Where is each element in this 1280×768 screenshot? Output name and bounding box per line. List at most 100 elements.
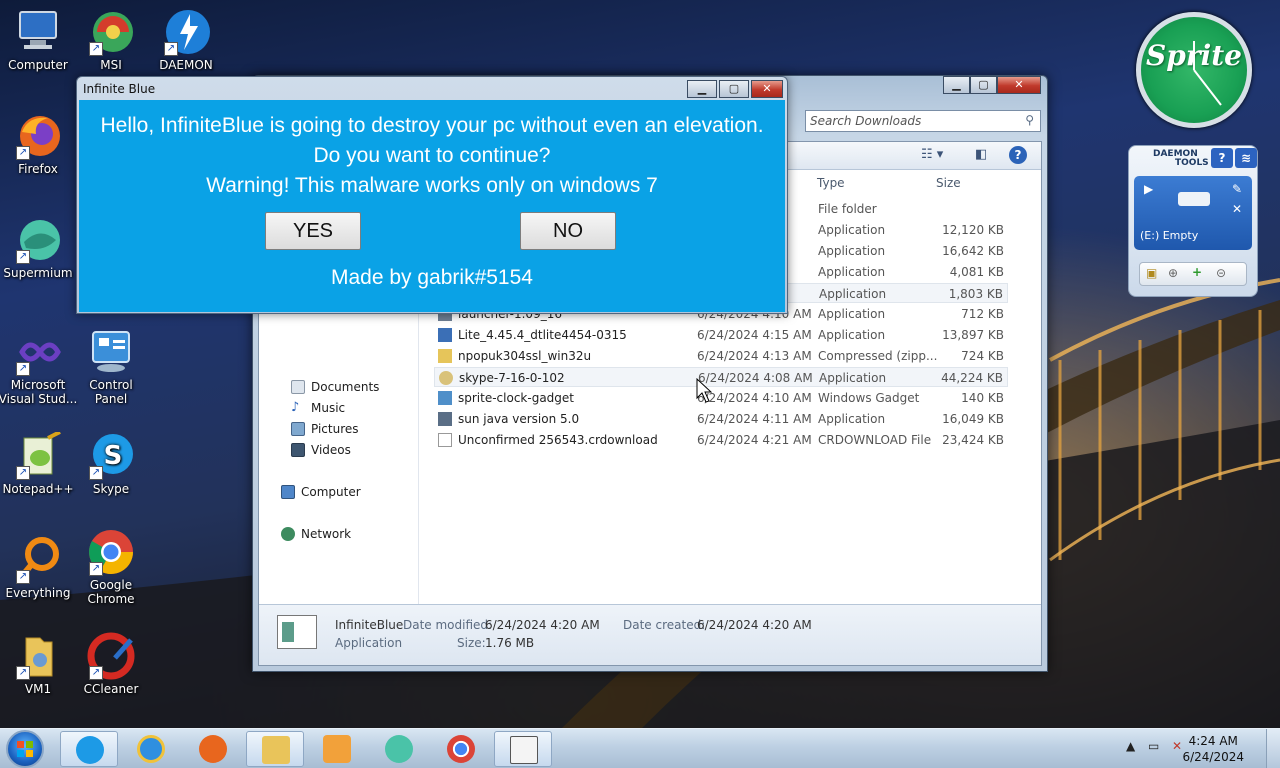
- file-row[interactable]: sun java version 5.0 6/24/2024 4:11 AM A…: [434, 409, 1008, 429]
- search-icon[interactable]: ⚲: [1025, 113, 1034, 127]
- desktop-icon-control-panel[interactable]: Control Panel: [73, 328, 149, 406]
- start-button[interactable]: [6, 730, 44, 768]
- view-options-icon[interactable]: ☷ ▾: [921, 147, 943, 162]
- taskbar-chrome[interactable]: [432, 731, 490, 767]
- taskbar-media-player[interactable]: [308, 731, 366, 767]
- daemon-icon: ↗: [162, 8, 210, 56]
- taskbar: ▲ ▭ ✕ 4:24 AM 6/24/2024: [0, 728, 1280, 768]
- internet-explorer-icon: [137, 735, 165, 763]
- network-icon: [281, 527, 295, 541]
- disc-drive-icon: [1178, 192, 1210, 206]
- nav-item-pictures[interactable]: Pictures: [291, 422, 359, 436]
- nav-item-network[interactable]: Network: [281, 527, 351, 541]
- file-row[interactable]: Lite_4.45.4_dtlite4454-0315 6/24/2024 4:…: [434, 325, 1008, 345]
- file-row[interactable]: sprite-clock-gadget 6/24/2024 4:10 AM Wi…: [434, 388, 1008, 408]
- desktop-icon-label: VM1: [24, 682, 52, 696]
- taskbar-clock[interactable]: 4:24 AM 6/24/2024: [1182, 733, 1244, 765]
- show-desktop-button[interactable]: [1266, 729, 1280, 768]
- desktop-icon-notepadpp[interactable]: ↗ Notepad++: [0, 430, 76, 496]
- taskbar-supermium[interactable]: [370, 731, 428, 767]
- desktop-icon-computer[interactable]: Computer: [0, 8, 76, 72]
- file-date: 6/24/2024 4:11 AM: [697, 412, 812, 426]
- file-row[interactable]: npopuk304ssl_win32u 6/24/2024 4:13 AM Co…: [434, 346, 1008, 366]
- file-type: Compressed (zipp...: [818, 349, 938, 363]
- search-input[interactable]: Search Downloads ⚲: [805, 110, 1041, 132]
- desktop-icon-label: Microsoft Visual Stud...: [0, 378, 78, 406]
- daemon-help-button[interactable]: ?: [1211, 148, 1233, 168]
- play-icon[interactable]: ▶: [1144, 182, 1153, 196]
- desktop-icon-vm1[interactable]: ↗ VM1: [0, 632, 76, 696]
- supermium-icon: ↗: [14, 216, 62, 264]
- infiniteblue-icon: [510, 736, 538, 764]
- preview-pane-icon[interactable]: ◧: [975, 147, 987, 162]
- file-type: Application: [818, 307, 886, 321]
- sprite-clock-gadget[interactable]: Sprite: [1136, 12, 1252, 128]
- file-name: skype-7-16-0-102: [459, 371, 565, 385]
- help-icon[interactable]: ?: [1009, 146, 1027, 164]
- firefox-icon: ↗: [14, 112, 62, 160]
- desktop-icon-firefox[interactable]: ↗ Firefox: [0, 112, 76, 176]
- file-type: Application: [819, 287, 887, 301]
- add-icon[interactable]: +: [1192, 265, 1202, 279]
- desktop-icon-msi[interactable]: ↗ MSI: [73, 8, 149, 72]
- taskbar-explorer[interactable]: [246, 731, 304, 767]
- unmount-icon[interactable]: ⊝: [1216, 266, 1226, 280]
- rss-icon[interactable]: ≋: [1235, 148, 1257, 168]
- daemon-tools-gadget[interactable]: DAEMON TOOLS ? ≋ ▶ ✎ ✕ (E:) Empty ▣ ⊕ + …: [1128, 145, 1258, 297]
- column-header-size[interactable]: Size: [936, 176, 961, 190]
- desktop-icon-label: Notepad++: [2, 482, 74, 496]
- network-status-icon[interactable]: ▭: [1148, 739, 1159, 753]
- taskbar-firefox[interactable]: [184, 731, 242, 767]
- media-player-icon: [323, 735, 351, 763]
- taskbar-time: 4:24 AM: [1188, 734, 1238, 748]
- desktop-icon-label: Computer: [8, 58, 68, 72]
- desktop-icon-skype[interactable]: S ↗ Skype: [73, 432, 149, 496]
- desktop-icon-everything[interactable]: ↗ Everything: [0, 536, 76, 600]
- desktop-icon-daemon[interactable]: ↗ DAEMON: [148, 8, 224, 72]
- lock-icon[interactable]: ▣: [1146, 266, 1157, 280]
- details-file-kind: Application: [335, 636, 403, 650]
- mount-icon[interactable]: ⊕: [1168, 266, 1178, 280]
- computer-icon: [14, 8, 62, 56]
- file-size: 12,120 KB: [942, 223, 1004, 237]
- desktop-icon-chrome[interactable]: ↗ Google Chrome: [73, 528, 149, 606]
- minimize-button[interactable]: ▁: [943, 76, 970, 94]
- taskbar-skype[interactable]: [60, 731, 118, 767]
- nav-label: Documents: [311, 380, 380, 394]
- setup-icon: [439, 371, 453, 385]
- explorer-icon: [262, 736, 290, 764]
- nav-item-videos[interactable]: Videos: [291, 443, 351, 457]
- tray-show-hidden-icon[interactable]: ▲: [1126, 739, 1135, 753]
- file-row[interactable]: skype-7-16-0-102 6/24/2024 4:08 AM Appli…: [434, 367, 1008, 387]
- daemon-drive-panel[interactable]: ▶ ✎ ✕ (E:) Empty: [1134, 176, 1252, 250]
- desktop-icon-ccleaner[interactable]: ↗ CCleaner: [73, 632, 149, 696]
- taskbar-date: 6/24/2024: [1182, 750, 1244, 764]
- nav-label: Network: [301, 527, 352, 541]
- shortcut-arrow-icon: ↗: [89, 562, 103, 576]
- desktop-icon-label: DAEMON: [159, 58, 213, 72]
- nav-item-documents[interactable]: Documents: [291, 380, 379, 394]
- yes-button[interactable]: YES: [265, 212, 361, 250]
- column-header-type[interactable]: Type: [817, 176, 845, 190]
- nav-item-computer[interactable]: Computer: [281, 485, 361, 499]
- volume-muted-icon[interactable]: ✕: [1172, 739, 1182, 753]
- close-button[interactable]: ✕: [751, 80, 783, 98]
- file-row[interactable]: Unconfirmed 256543.crdownload 6/24/2024 …: [434, 430, 1008, 450]
- desktop-icon-visual-studio[interactable]: ↗ Microsoft Visual Stud...: [0, 328, 77, 406]
- wrench-icon[interactable]: ✎: [1232, 182, 1242, 196]
- daemon-logo-line2: TOOLS: [1175, 158, 1209, 168]
- visual-studio-icon: ↗: [14, 328, 62, 376]
- no-button[interactable]: NO: [520, 212, 616, 250]
- desktop-icon-supermium[interactable]: ↗ Supermium: [0, 216, 76, 280]
- maximize-button[interactable]: ▢: [970, 76, 997, 94]
- remove-icon[interactable]: ✕: [1232, 202, 1242, 216]
- maximize-button[interactable]: ▢: [719, 80, 749, 98]
- mouse-cursor-icon: [696, 378, 712, 403]
- taskbar-infiniteblue[interactable]: [494, 731, 552, 767]
- taskbar-internet-explorer[interactable]: [122, 731, 180, 767]
- close-button[interactable]: ✕: [997, 76, 1041, 94]
- infinite-blue-dialog[interactable]: Infinite Blue ▁ ▢ ✕ Hello, InfiniteBlue …: [76, 76, 788, 314]
- minimize-button[interactable]: ▁: [687, 80, 717, 98]
- zip-folder-icon: [438, 349, 452, 363]
- nav-item-music[interactable]: ♪ Music: [291, 401, 345, 416]
